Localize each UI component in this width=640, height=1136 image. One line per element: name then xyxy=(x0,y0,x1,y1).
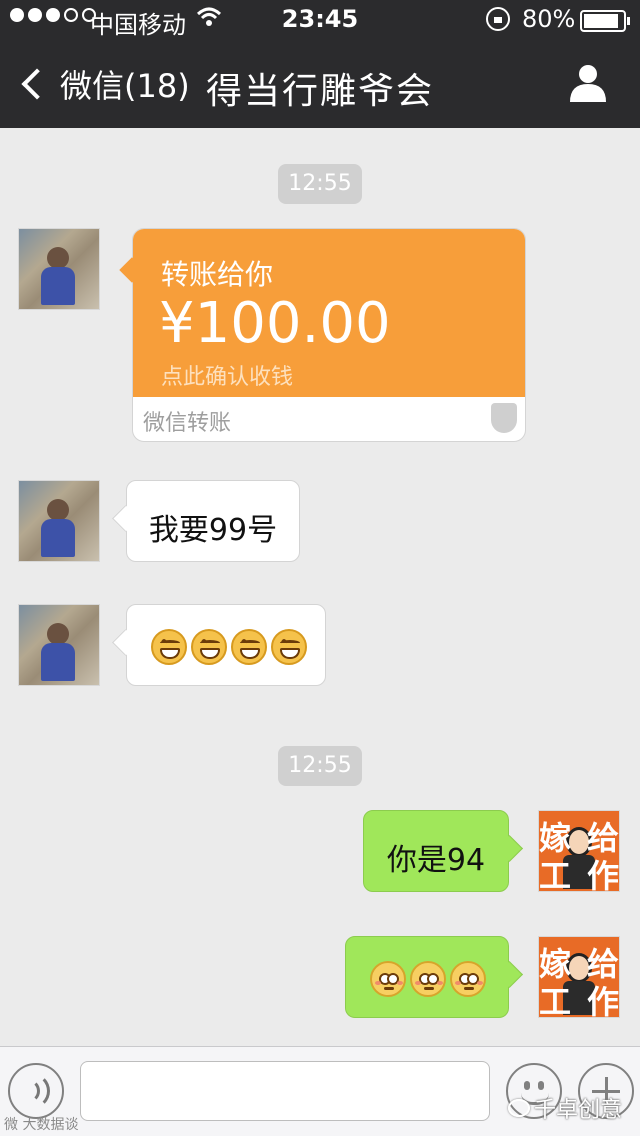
self-emoji-message[interactable] xyxy=(345,936,509,1018)
transfer-card[interactable]: 转账给你 ¥100.00 点此确认收钱 微信转账 xyxy=(132,228,526,442)
timestamp: 12:55 xyxy=(278,746,362,786)
group-profile-icon[interactable] xyxy=(568,62,608,102)
self-avatar[interactable]: 嫁 给 工 作 xyxy=(538,936,620,1018)
transfer-hint: 点此确认收钱 xyxy=(161,365,294,390)
chat-title: 得当行雕爷会 xyxy=(205,71,434,112)
blush-emoji-icon xyxy=(450,961,486,997)
friend-avatar[interactable] xyxy=(18,228,100,310)
self-message[interactable]: 你是94 xyxy=(363,810,509,892)
chat-area[interactable]: 12:55 转账给你 ¥100.00 点此确认收钱 微信转账 我要99号 12:… xyxy=(0,128,640,1046)
watermark-left: 微 大数据谈 xyxy=(4,1117,79,1133)
self-avatar[interactable]: 嫁 给 工 作 xyxy=(538,810,620,892)
battery-percent: 80% xyxy=(522,5,576,33)
timestamp: 12:55 xyxy=(278,164,362,204)
watermark-right: 千卓创意 xyxy=(508,1092,622,1124)
friend-avatar[interactable] xyxy=(18,480,100,562)
blush-emoji-icon xyxy=(370,961,406,997)
grin-emoji-icon xyxy=(231,629,267,665)
blush-emoji-icon xyxy=(410,961,446,997)
battery-icon xyxy=(580,10,630,32)
rotation-lock-icon xyxy=(486,7,510,31)
message-input[interactable] xyxy=(80,1061,490,1121)
transfer-label: 转账给你 xyxy=(161,258,274,291)
friend-emoji-message[interactable] xyxy=(126,604,326,686)
smiley-icon xyxy=(524,1081,530,1090)
friend-avatar[interactable] xyxy=(18,604,100,686)
grin-emoji-icon xyxy=(271,629,307,665)
transfer-brand: 微信转账 xyxy=(143,411,232,436)
wechat-logo-icon xyxy=(508,1099,530,1117)
voice-button[interactable] xyxy=(8,1063,64,1119)
nav-bar: 微信(18) 得当行雕爷会 xyxy=(0,40,640,128)
status-bar: 中国移动 23:45 80% xyxy=(0,0,640,40)
transfer-amount: ¥100.00 xyxy=(159,291,391,356)
grin-emoji-icon xyxy=(191,629,227,665)
watermark-right-text: 千卓创意 xyxy=(534,1098,623,1123)
shield-icon xyxy=(491,403,517,433)
message-text: 你是94 xyxy=(386,843,486,878)
message-text: 我要99号 xyxy=(148,513,278,548)
grin-emoji-icon xyxy=(151,629,187,665)
top-bar: 中国移动 23:45 80% 微信(18) 得当行雕爷会 xyxy=(0,0,640,128)
friend-message[interactable]: 我要99号 xyxy=(126,480,300,562)
